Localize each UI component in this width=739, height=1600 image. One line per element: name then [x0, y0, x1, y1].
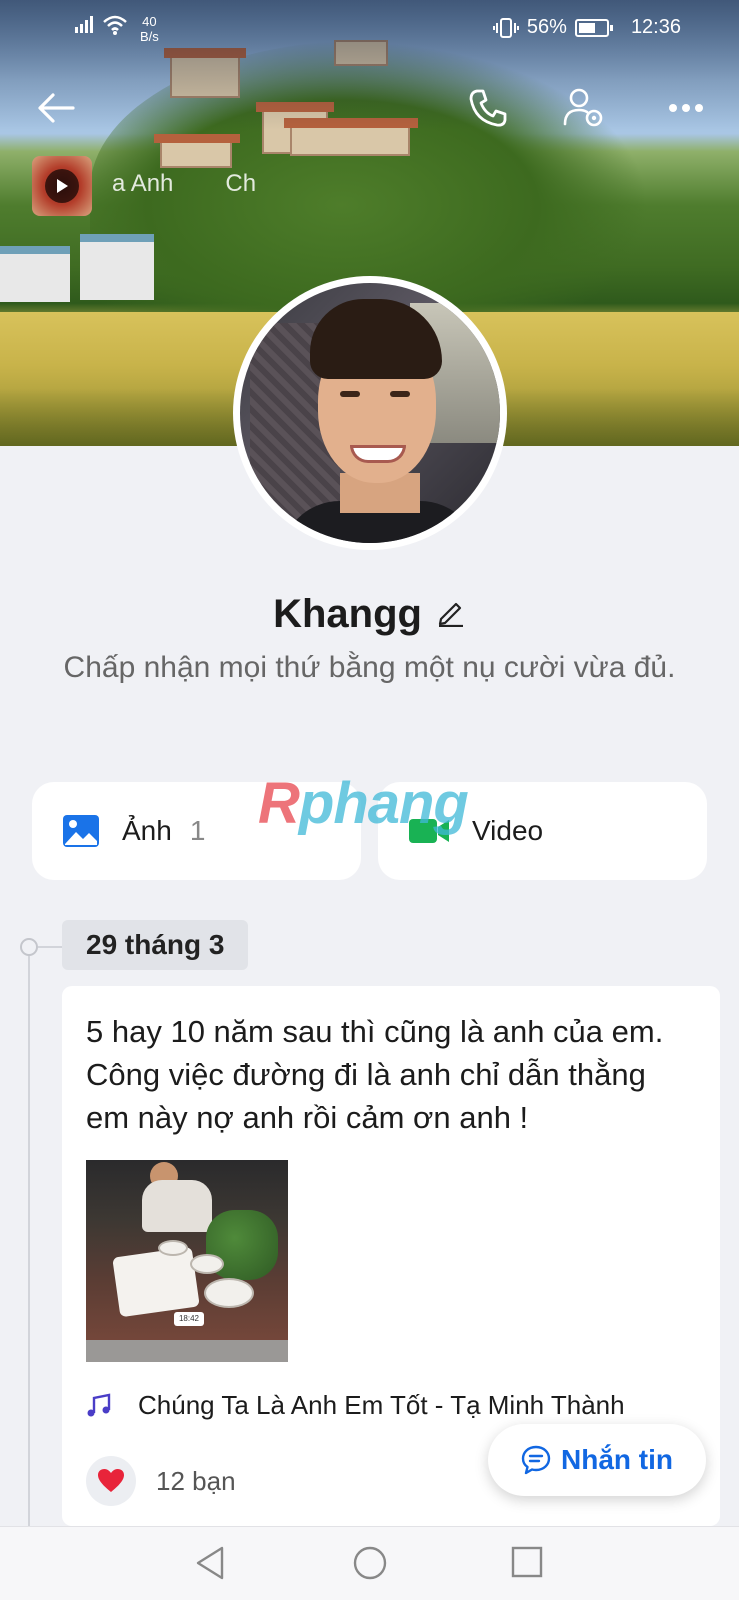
- photos-count: 1: [189, 815, 206, 846]
- square-recents-icon: [511, 1546, 543, 1578]
- timeline-line: [28, 946, 30, 1526]
- system-home-button[interactable]: [352, 1545, 388, 1586]
- music-ticker-text: Ch: [225, 170, 257, 197]
- video-camera-icon: [409, 819, 449, 843]
- net-speed-value: 40: [142, 14, 157, 29]
- more-button[interactable]: [664, 88, 708, 128]
- system-nav-bar: [0, 1526, 739, 1600]
- post-photo[interactable]: 18:42: [86, 1160, 288, 1362]
- music-note-icon: [87, 1393, 111, 1416]
- call-button[interactable]: [464, 84, 512, 132]
- clock: 12:36: [630, 16, 681, 38]
- signal-icon: [75, 16, 93, 33]
- play-icon: [57, 179, 68, 193]
- post-music-title: Chúng Ta Là Anh Em Tốt - Tạ Minh Thành: [138, 1390, 625, 1420]
- cover-shed: [0, 246, 70, 302]
- image-icon: [63, 815, 99, 847]
- heart-icon: [98, 1469, 124, 1492]
- cover-building: [160, 140, 232, 168]
- video-label: Video: [472, 815, 544, 846]
- send-message-label: Nhắn tin: [561, 1444, 673, 1475]
- user-settings-icon: [563, 88, 603, 127]
- profile-name-row: Khangg: [0, 592, 739, 637]
- play-button[interactable]: [45, 169, 79, 203]
- cover-roof: [154, 134, 240, 143]
- system-recents-button[interactable]: [510, 1545, 544, 1584]
- photo-timestamp: 18:42: [174, 1312, 204, 1326]
- post-reactions[interactable]: 12 bạn: [86, 1456, 236, 1506]
- net-speed: 40 B/s: [140, 14, 159, 44]
- cover-shed: [80, 234, 154, 300]
- music-ticker-text: a Anh: [112, 170, 174, 197]
- status-bar: 40 B/s 56% 12:36: [0, 0, 739, 56]
- photos-label: Ảnh: [122, 815, 172, 846]
- post-text: 5 hay 10 năm sau thì cũng là anh của em.…: [86, 1014, 664, 1135]
- circle-home-icon: [353, 1546, 387, 1580]
- battery-icon: [574, 18, 613, 37]
- profile-bio: Chấp nhận mọi thứ bằng một nụ cười vừa đ…: [63, 651, 676, 684]
- vibrate-icon: [492, 17, 519, 38]
- music-ticker: a Anh Ch: [112, 170, 256, 198]
- status-bar-left: 40 B/s: [74, 14, 159, 44]
- like-count: 12 bạn: [156, 1465, 236, 1496]
- edit-name-button[interactable]: [436, 597, 466, 632]
- more-horizontal-icon: [669, 104, 703, 112]
- profile-name: Khangg: [273, 592, 422, 636]
- timeline-tick: [38, 946, 62, 948]
- pencil-icon: [438, 602, 463, 628]
- post-music[interactable]: Chúng Ta Là Anh Em Tốt - Tạ Minh Thành: [86, 1390, 625, 1421]
- status-bar-right: 56% 12:36: [492, 16, 681, 39]
- timeline-date: 29 tháng 3: [62, 920, 249, 970]
- video-tab[interactable]: Video: [378, 782, 707, 880]
- net-speed-unit: B/s: [140, 29, 159, 44]
- profile-music-tile[interactable]: [32, 156, 92, 216]
- chat-bubble-icon: [521, 1445, 551, 1475]
- cover-building: [290, 126, 410, 156]
- back-button[interactable]: [34, 86, 78, 130]
- avatar[interactable]: [233, 276, 507, 550]
- triangle-back-icon: [196, 1546, 224, 1580]
- like-button[interactable]: [86, 1456, 136, 1506]
- profile-settings-button[interactable]: [560, 84, 608, 132]
- send-message-button[interactable]: Nhắn tin: [488, 1424, 706, 1496]
- photos-tab[interactable]: Ảnh 1: [32, 782, 361, 880]
- battery-percent: 56%: [526, 16, 567, 38]
- timeline-dot: [20, 938, 38, 956]
- arrow-left-icon: [38, 93, 75, 123]
- wifi-icon: [103, 15, 127, 35]
- system-back-button[interactable]: [194, 1545, 226, 1586]
- avatar-photo: [240, 283, 500, 543]
- phone-icon: [469, 89, 507, 127]
